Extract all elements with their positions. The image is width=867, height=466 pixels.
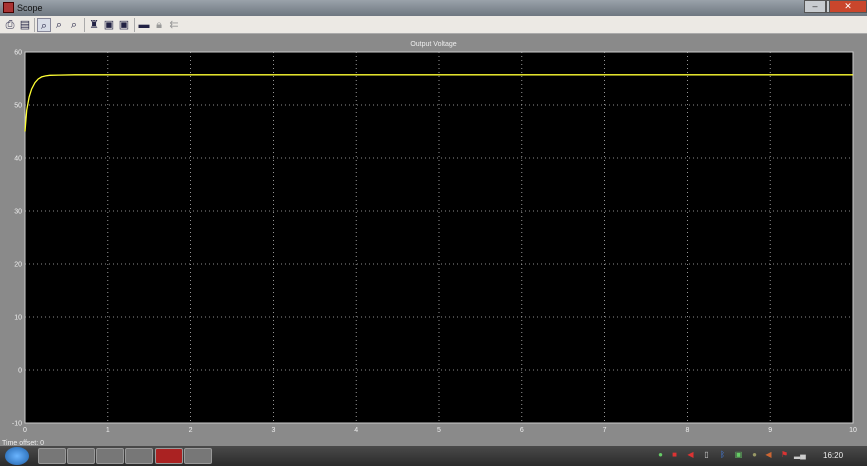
x-tick-label: 3 — [271, 427, 275, 434]
window-title: Scope — [17, 3, 43, 13]
tray-app-icon[interactable]: ■ — [670, 450, 679, 461]
taskbar-word[interactable] — [96, 448, 124, 464]
x-tick-label: 10 — [849, 427, 857, 434]
toolbar: ⎙ ▤ ⌕ ⌕ ⌕ ♜ ▣ ▣ ▬ 🔒︎ ⇇ — [0, 16, 867, 34]
taskbar-acrobat[interactable] — [155, 448, 183, 464]
signal-select-icon[interactable]: ⇇ — [167, 18, 181, 32]
taskbar-app[interactable] — [125, 448, 153, 464]
tray-bluetooth-icon[interactable]: ᛒ — [718, 450, 727, 461]
x-tick-label: 8 — [685, 427, 689, 434]
tray-app4-icon[interactable]: ◀ — [764, 450, 773, 461]
parameters-icon[interactable]: ▤ — [18, 18, 32, 32]
zoom-icon[interactable]: ⌕ — [37, 18, 51, 32]
close-button[interactable]: ✕ — [829, 0, 867, 13]
zoom-y-icon[interactable]: ⌕ — [67, 18, 81, 32]
taskbar-matlab[interactable] — [38, 448, 66, 464]
x-tick-label: 1 — [106, 427, 110, 434]
title-bar: Scope – □ ✕ — [0, 0, 867, 16]
matlab-icon — [3, 2, 14, 13]
y-tick-label: 60 — [14, 50, 22, 57]
tray-app3-icon[interactable]: ● — [750, 450, 759, 461]
lock-icon[interactable]: 🔒︎ — [152, 18, 166, 32]
start-button[interactable] — [5, 447, 29, 465]
x-tick-label: 0 — [23, 427, 27, 434]
y-tick-label: 0 — [18, 368, 22, 375]
taskbar-explorer[interactable] — [67, 448, 95, 464]
tray-display-icon[interactable]: ▣ — [734, 450, 743, 461]
tray-signal-icon[interactable]: ▂▄ — [794, 450, 806, 461]
x-tick-label: 4 — [354, 427, 358, 434]
tray-volume-icon[interactable]: ◀ — [686, 450, 695, 461]
tray-network-icon[interactable]: ● — [656, 450, 665, 461]
taskbar-app2[interactable] — [184, 448, 212, 464]
scope-axes[interactable]: 0 1 2 3 4 5 6 7 8 9 10-100102030405060 — [0, 34, 867, 446]
x-tick-label: 5 — [437, 427, 441, 434]
restore-axes-icon[interactable]: ▣ — [117, 18, 131, 32]
y-tick-label: -10 — [12, 421, 22, 428]
x-tick-label: 7 — [603, 427, 607, 434]
clock[interactable]: 16:20 — [823, 451, 843, 460]
x-tick-label: 9 — [768, 427, 772, 434]
y-tick-label: 50 — [14, 103, 22, 110]
save-axes-icon[interactable]: ▣ — [102, 18, 116, 32]
taskbar: ● ■ ◀ ▯ ᛒ ▣ ● ◀ ⚑ ▂▄ 16:20 — [0, 446, 867, 466]
y-tick-label: 20 — [14, 262, 22, 269]
plot-background — [24, 51, 854, 424]
x-tick-label: 6 — [520, 427, 524, 434]
y-tick-label: 40 — [14, 156, 22, 163]
zoom-x-icon[interactable]: ⌕ — [52, 18, 66, 32]
y-tick-label: 30 — [14, 209, 22, 216]
minimize-button[interactable]: – — [804, 0, 826, 13]
print-icon[interactable]: ⎙ — [3, 18, 17, 32]
autoscale-icon[interactable]: ♜ — [87, 18, 101, 32]
x-tick-label: 2 — [189, 427, 193, 434]
tray-battery-icon[interactable]: ▯ — [702, 450, 711, 461]
floating-scope-icon[interactable]: ▬ — [137, 18, 151, 32]
y-tick-label: 10 — [14, 315, 22, 322]
tray-flag-icon[interactable]: ⚑ — [780, 450, 789, 461]
